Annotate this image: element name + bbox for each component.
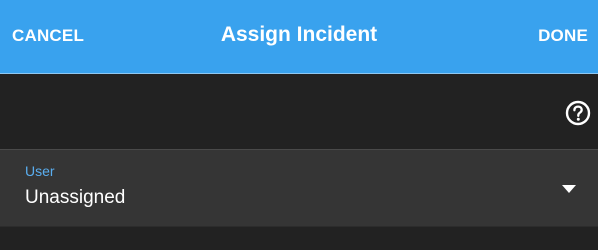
help-circle-icon[interactable] [565, 100, 591, 126]
toolbar [0, 74, 598, 149]
user-select-field[interactable]: User Unassigned [0, 150, 598, 226]
user-field-label: User [25, 163, 55, 179]
header-bar: CANCEL Assign Incident DONE [0, 0, 598, 73]
done-button[interactable]: DONE [538, 25, 588, 47]
caret-down-icon[interactable] [562, 185, 576, 193]
page-title: Assign Incident [220, 23, 378, 46]
bottom-area [0, 227, 598, 250]
user-field-value: Unassigned [25, 187, 126, 208]
assign-incident-dialog: CANCEL Assign Incident DONE User Unassig… [0, 0, 598, 250]
